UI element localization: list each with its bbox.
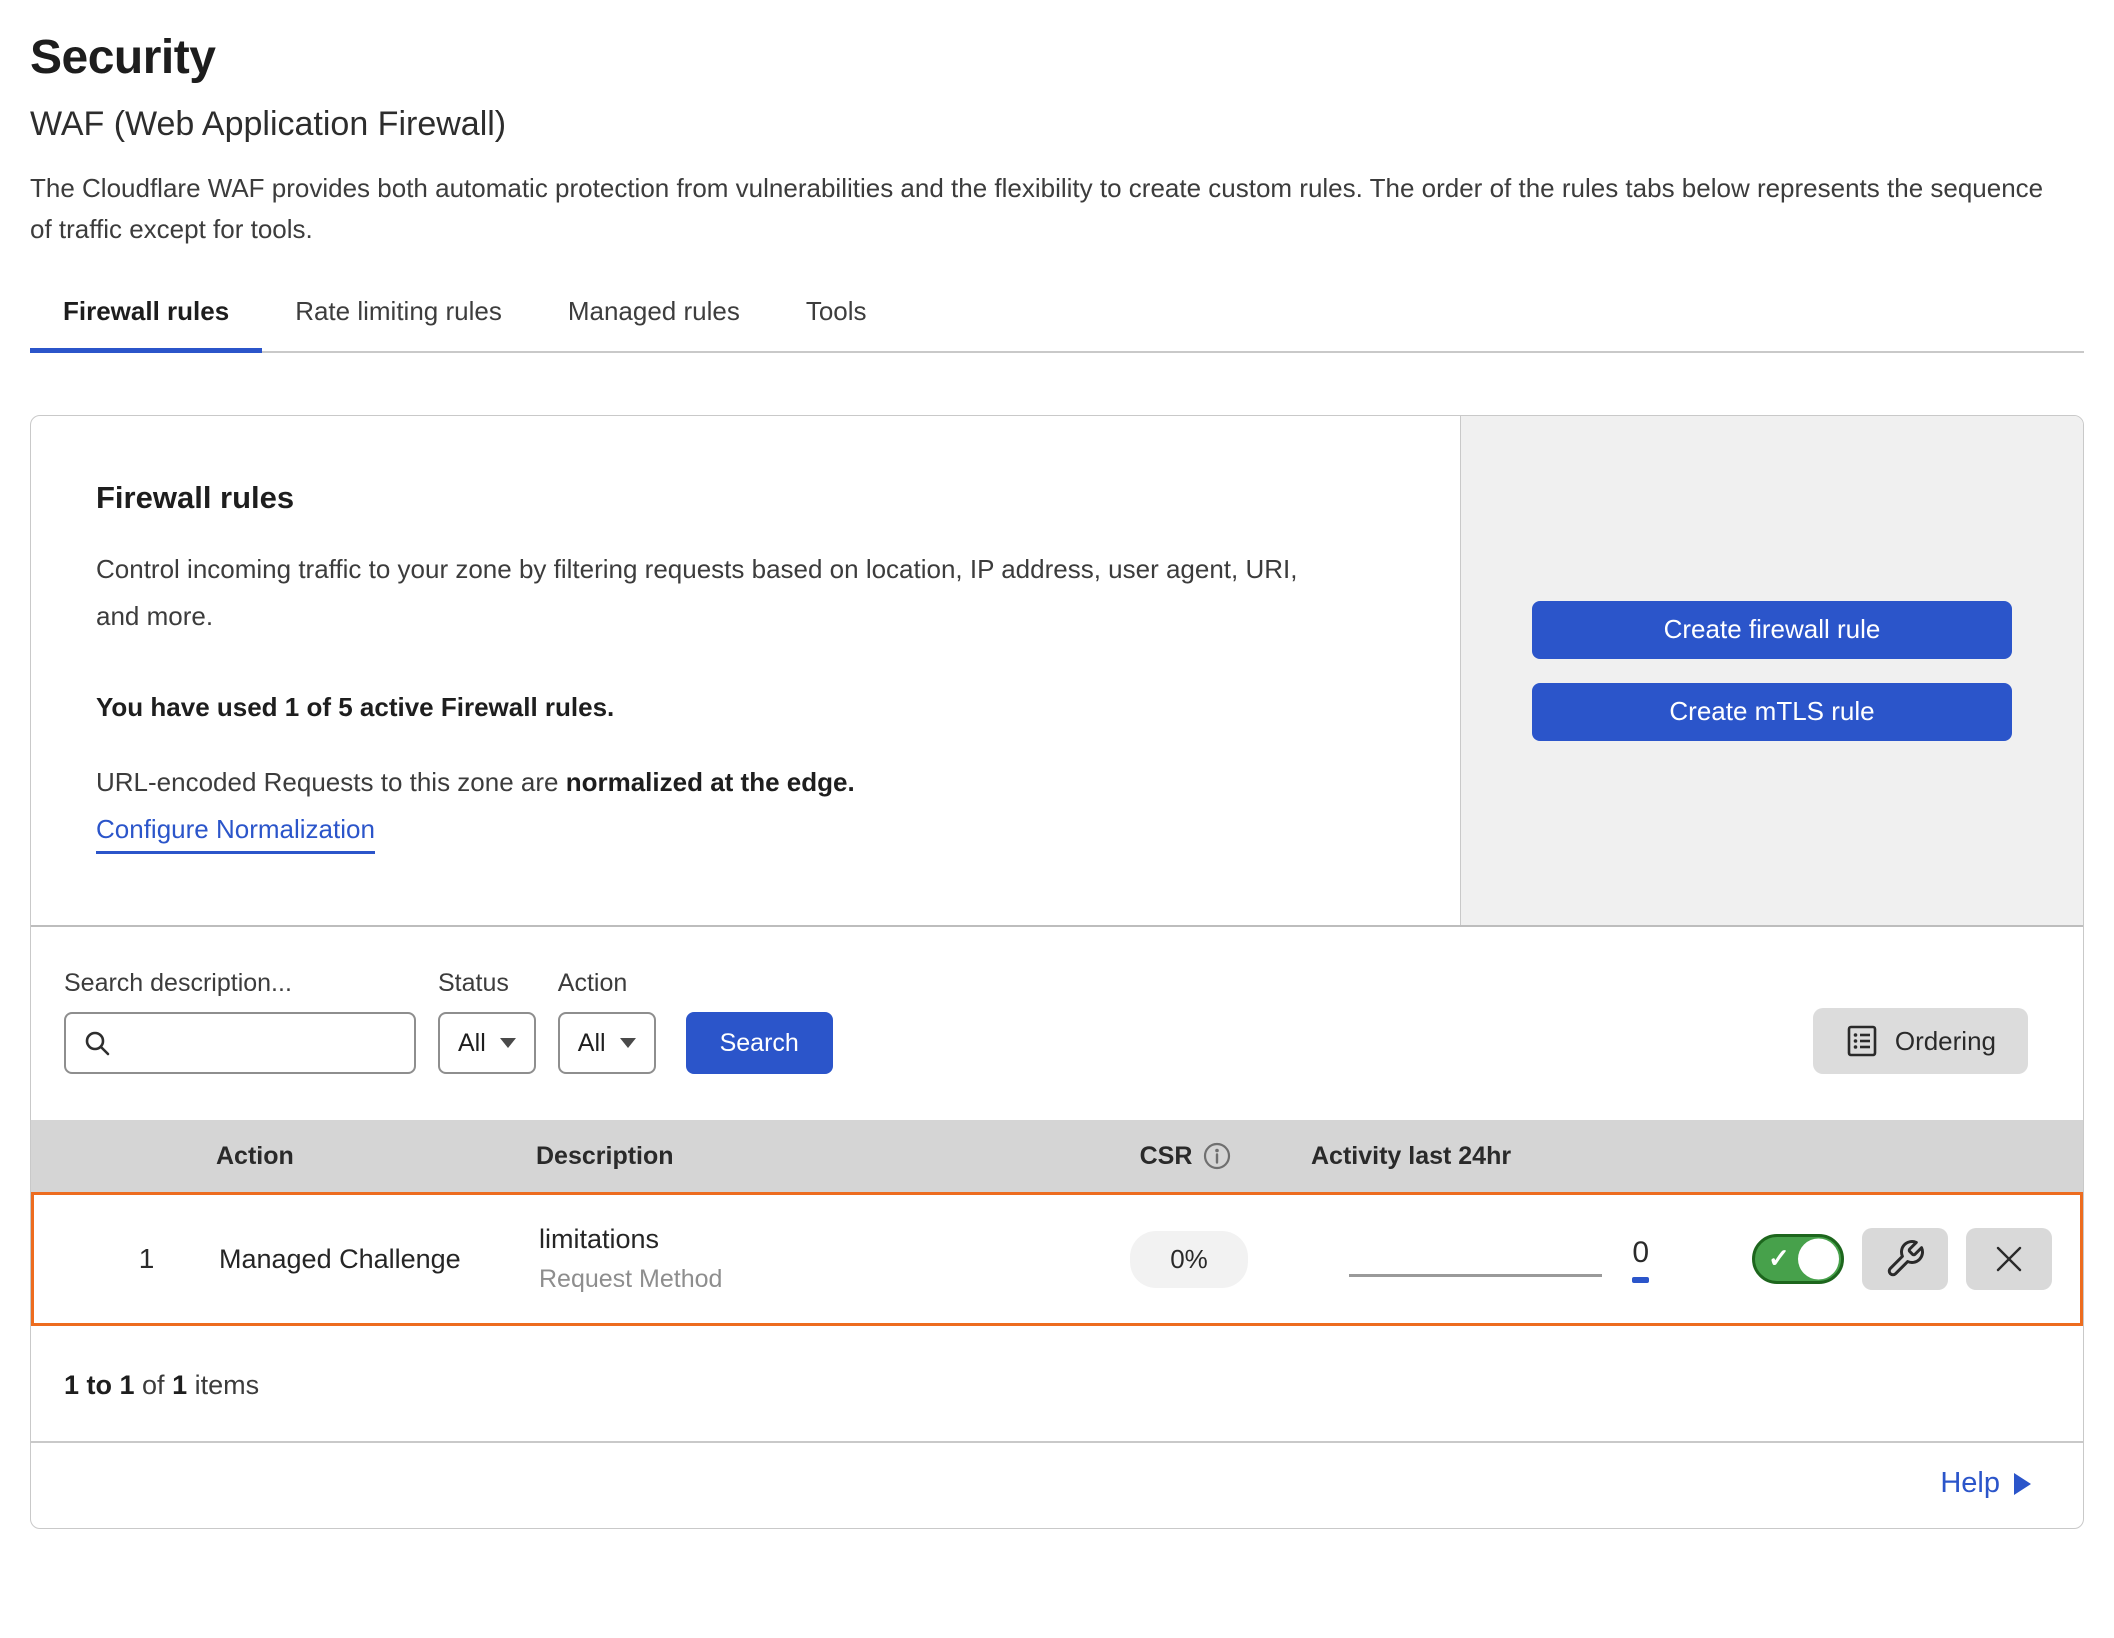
toggle-knob <box>1798 1239 1839 1280</box>
card-description: Control incoming traffic to your zone by… <box>96 546 1331 640</box>
normalization-bold: normalized at the edge. <box>566 767 855 797</box>
action-field: Action All <box>558 969 656 1074</box>
x-icon <box>1991 1241 2027 1277</box>
page-subtitle: WAF (Web Application Firewall) <box>30 105 2084 144</box>
status-field: Status All <box>438 969 536 1074</box>
tab-tools[interactable]: Tools <box>773 296 900 351</box>
action-select[interactable]: All <box>558 1012 656 1074</box>
total-count: 1 <box>172 1370 187 1400</box>
normalization-prefix: URL-encoded Requests to this zone are <box>96 767 566 797</box>
search-field: Search description... <box>64 969 416 1074</box>
csr-badge: 0% <box>1130 1231 1248 1288</box>
tab-rate-limiting-rules[interactable]: Rate limiting rules <box>262 296 535 351</box>
action-select-value: All <box>578 1029 606 1058</box>
usage-text: You have used 1 of 5 active Firewall rul… <box>96 692 1400 723</box>
card-actions-panel: Create firewall rule Create mTLS rule <box>1460 416 2083 925</box>
normalization-text: URL-encoded Requests to this zone are no… <box>96 767 1400 798</box>
search-icon <box>82 1028 112 1058</box>
filter-bar: Search description... Status All <box>31 927 2083 1120</box>
rule-csr-cell: 0% <box>1084 1231 1294 1288</box>
status-label: Status <box>438 969 536 998</box>
rule-priority: 1 <box>34 1243 219 1275</box>
header-description: Description <box>536 1142 1081 1171</box>
firewall-rules-card: Firewall rules Control incoming traffic … <box>30 415 2084 1529</box>
header-csr: CSR <box>1081 1141 1291 1171</box>
help-link-label: Help <box>1940 1467 2000 1500</box>
rule-enabled-toggle[interactable]: ✓ <box>1752 1234 1844 1284</box>
rule-action: Managed Challenge <box>219 1244 539 1275</box>
of-text: of <box>135 1370 173 1400</box>
status-select[interactable]: All <box>438 1012 536 1074</box>
pagination-summary: 1 to 1 of 1 items <box>31 1326 2083 1441</box>
search-label: Search description... <box>64 969 416 998</box>
configure-normalization-link[interactable]: Configure Normalization <box>96 814 375 854</box>
wrench-icon <box>1884 1238 1926 1280</box>
check-icon: ✓ <box>1768 1243 1790 1274</box>
table-header: Action Description CSR Activity last 24h… <box>31 1120 2083 1192</box>
delete-rule-button[interactable] <box>1966 1228 2052 1290</box>
rule-expression-summary: Request Method <box>539 1265 1084 1294</box>
tab-firewall-rules[interactable]: Firewall rules <box>30 296 262 353</box>
action-label: Action <box>558 969 656 998</box>
tab-bar: Firewall rules Rate limiting rules Manag… <box>30 296 2084 353</box>
page-description: The Cloudflare WAF provides both automat… <box>30 168 2070 250</box>
edit-rule-button[interactable] <box>1862 1228 1948 1290</box>
card-intro: Firewall rules Control incoming traffic … <box>31 416 1460 925</box>
rule-description: limitations <box>539 1224 1084 1255</box>
card-title: Firewall rules <box>96 480 1400 516</box>
create-firewall-rule-button[interactable]: Create firewall rule <box>1532 601 2012 659</box>
table-row: 1 Managed Challenge limitations Request … <box>31 1192 2083 1326</box>
status-select-value: All <box>458 1029 486 1058</box>
page-title: Security <box>30 30 2084 85</box>
search-input[interactable] <box>122 1029 398 1058</box>
ordering-button[interactable]: Ordering <box>1813 1008 2028 1074</box>
items-text: items <box>187 1370 259 1400</box>
tab-managed-rules[interactable]: Managed rules <box>535 296 773 351</box>
list-document-icon <box>1845 1024 1879 1058</box>
range-text: 1 to 1 <box>64 1370 135 1400</box>
rule-description-cell: limitations Request Method <box>539 1224 1084 1294</box>
info-circle-icon[interactable] <box>1202 1141 1232 1171</box>
help-row: Help <box>31 1441 2083 1528</box>
activity-count-link[interactable]: 0 <box>1632 1236 1649 1283</box>
search-button[interactable]: Search <box>686 1012 833 1074</box>
help-link[interactable]: Help <box>1940 1467 2031 1500</box>
header-action: Action <box>216 1142 536 1171</box>
search-box[interactable] <box>64 1012 416 1074</box>
ordering-button-label: Ordering <box>1895 1026 1996 1057</box>
arrow-right-icon <box>2014 1473 2031 1495</box>
header-csr-label: CSR <box>1140 1142 1193 1171</box>
create-mtls-rule-button[interactable]: Create mTLS rule <box>1532 683 2012 741</box>
page: Security WAF (Web Application Firewall) … <box>0 0 2114 1529</box>
activity-sparkline <box>1349 1274 1602 1277</box>
card-top-section: Firewall rules Control incoming traffic … <box>31 416 2083 927</box>
chevron-down-icon <box>620 1038 636 1048</box>
filter-controls: Search description... Status All <box>64 969 833 1074</box>
chevron-down-icon <box>500 1038 516 1048</box>
header-activity: Activity last 24hr <box>1291 1142 1646 1171</box>
rule-controls: ✓ <box>1649 1228 2080 1290</box>
rule-activity-cell: 0 <box>1294 1236 1649 1283</box>
